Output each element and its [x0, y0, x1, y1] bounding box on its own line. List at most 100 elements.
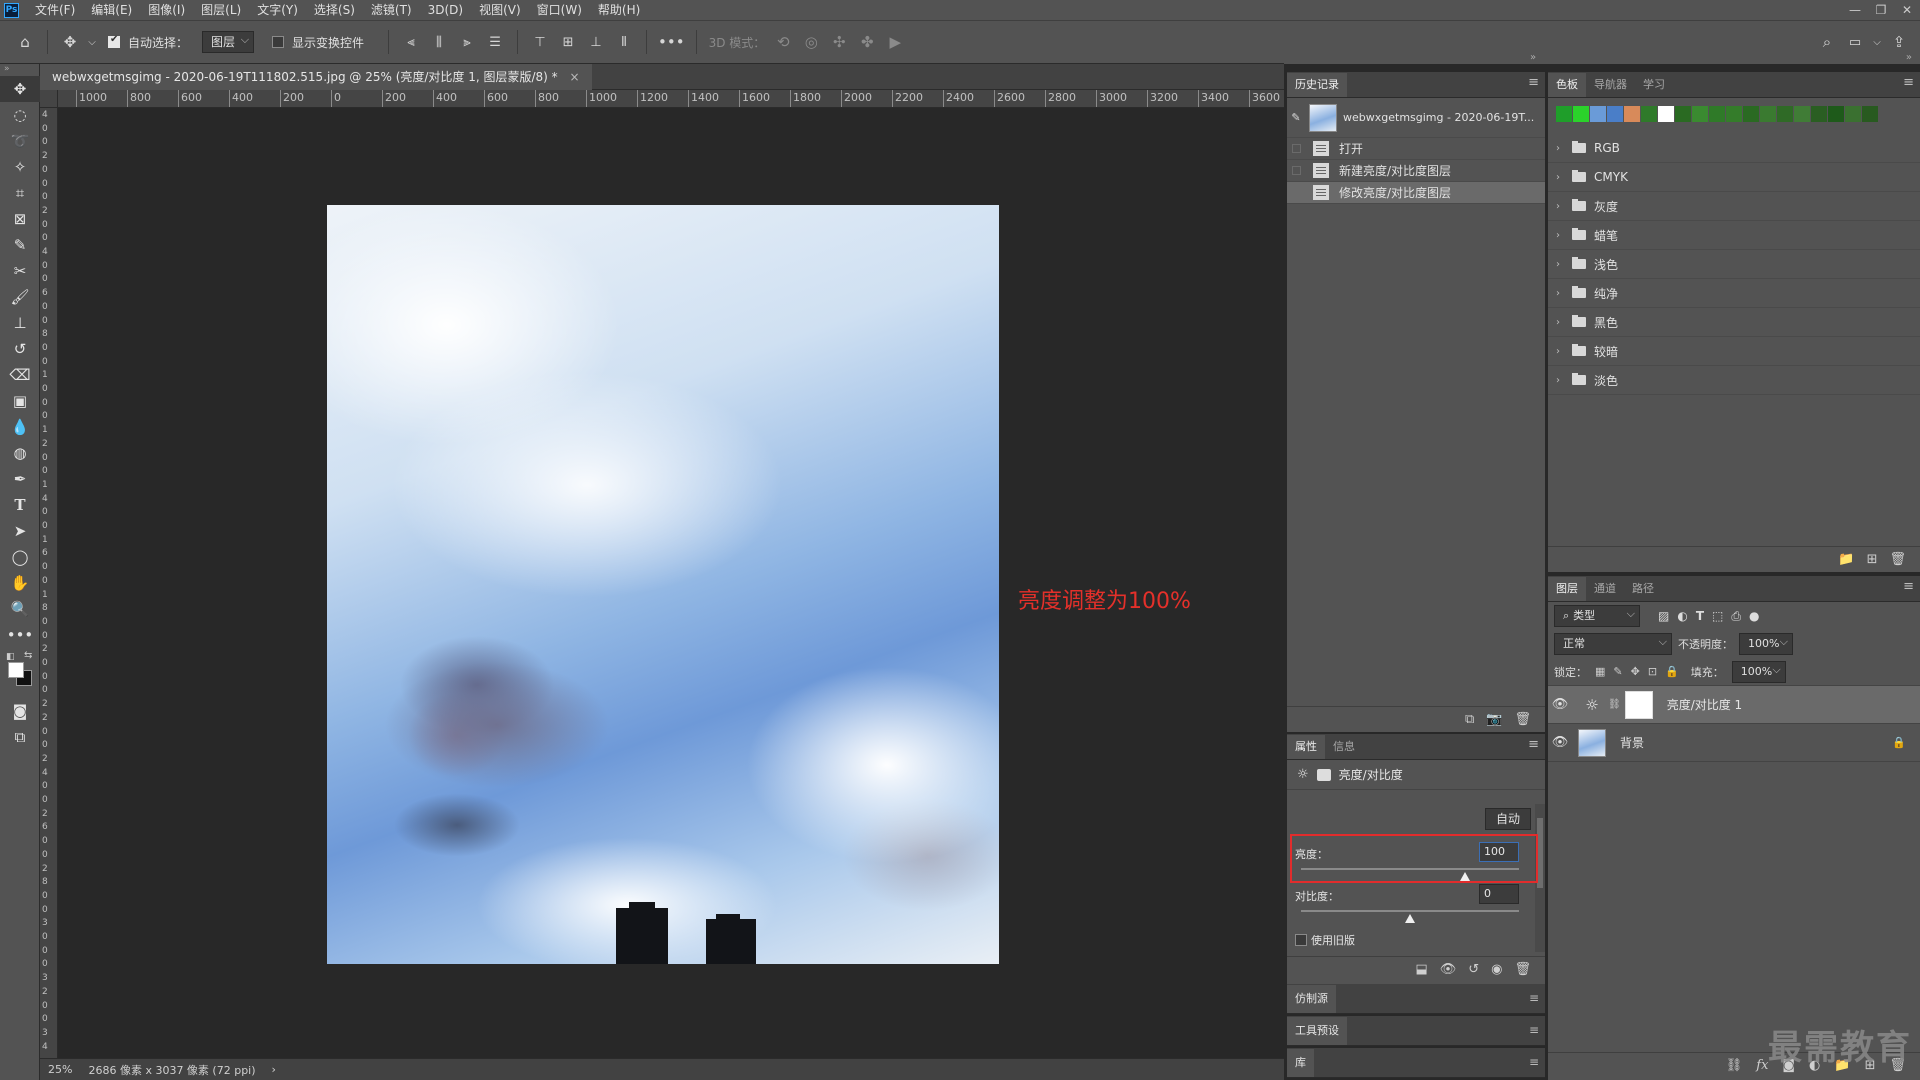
tab-libraries[interactable]: 库: [1287, 1048, 1314, 1077]
3d-roll-icon[interactable]: ◎: [800, 28, 822, 56]
swatch-group[interactable]: › 黑色: [1548, 308, 1920, 337]
filter-pixel-icon[interactable]: ▨: [1658, 609, 1669, 623]
swatch-group[interactable]: › RGB: [1548, 134, 1920, 163]
chevron-right-icon[interactable]: ›: [1556, 230, 1570, 241]
legacy-checkbox[interactable]: [1295, 934, 1307, 946]
clone-stamp-tool-icon[interactable]: ⊥: [0, 310, 40, 336]
tab-swatches[interactable]: 色板: [1548, 73, 1586, 97]
color-swatch[interactable]: [1675, 106, 1691, 122]
swatch-group[interactable]: › CMYK: [1548, 163, 1920, 192]
zoom-tool-icon[interactable]: 🔍: [0, 596, 40, 622]
trash-icon[interactable]: 🗑: [1889, 552, 1906, 567]
pen-tool-icon[interactable]: ✒: [0, 466, 40, 492]
layer-row-adjustment[interactable]: 👁 ☼ ⛓ 亮度/对比度 1: [1548, 686, 1920, 724]
chevron-right-icon[interactable]: ›: [1556, 375, 1570, 386]
dodge-tool-icon[interactable]: ◍: [0, 440, 40, 466]
chevron-right-icon[interactable]: ›: [1556, 288, 1570, 299]
align-center-icon[interactable]: ⫼: [428, 28, 450, 56]
edit-toolbar-icon[interactable]: •••: [0, 622, 40, 648]
visibility-eye-icon[interactable]: 👁: [1548, 697, 1572, 712]
chevron-down-icon[interactable]: ⌵: [87, 28, 97, 56]
auto-button[interactable]: 自动: [1484, 808, 1531, 830]
history-item[interactable]: 打开: [1287, 138, 1545, 160]
lock-transparency-icon[interactable]: ▦: [1595, 665, 1605, 678]
menu-select[interactable]: 选择(S): [306, 0, 363, 20]
history-item[interactable]: 新建亮度/对比度图层: [1287, 160, 1545, 182]
swatch-group[interactable]: › 灰度: [1548, 192, 1920, 221]
view-previous-state-icon[interactable]: 👁: [1440, 962, 1457, 977]
trash-icon[interactable]: 🗑: [1514, 962, 1531, 977]
menu-help[interactable]: 帮助(H): [590, 0, 648, 20]
link-icon[interactable]: ⛓: [1726, 1058, 1743, 1073]
history-brush-tool-icon[interactable]: ↺: [0, 336, 40, 362]
horizontal-ruler[interactable]: 1000 800 600 400 200 0 200 400 600 800 1000 1200 140…: [58, 90, 1284, 108]
restore-button[interactable]: ❐: [1868, 0, 1894, 20]
align-left-icon[interactable]: ⫷: [400, 28, 422, 56]
visibility-icon[interactable]: ◉: [1491, 962, 1502, 977]
tab-tool-presets[interactable]: 工具预设: [1287, 1016, 1347, 1045]
color-swatch[interactable]: [1573, 106, 1589, 122]
distribute-vertical-icon[interactable]: ⦀: [613, 28, 635, 56]
tab-paths[interactable]: 路径: [1624, 577, 1662, 601]
path-selection-tool-icon[interactable]: ➤: [0, 518, 40, 544]
document-tab[interactable]: webwxgetmsgimg - 2020-06-19T111802.515.j…: [40, 64, 592, 90]
default-colors-icon[interactable]: ◧: [6, 652, 15, 662]
tab-clone-source[interactable]: 仿制源: [1287, 984, 1336, 1013]
color-swatch[interactable]: [1624, 106, 1640, 122]
tab-channels[interactable]: 通道: [1586, 577, 1624, 601]
color-swatch[interactable]: [1794, 106, 1810, 122]
clip-to-layer-icon[interactable]: ⬓: [1415, 962, 1427, 977]
layer-name[interactable]: 亮度/对比度 1: [1667, 696, 1743, 713]
collapse-panels-icon[interactable]: »: [1906, 52, 1912, 63]
color-swatch[interactable]: [1777, 106, 1793, 122]
contrast-slider-track[interactable]: [1301, 910, 1519, 912]
move-tool-icon[interactable]: ✥: [59, 28, 81, 56]
color-swatch[interactable]: [1641, 106, 1657, 122]
collapse-panels-icon[interactable]: »: [1530, 52, 1536, 63]
lock-pixels-icon[interactable]: ✎: [1613, 665, 1622, 678]
lock-artboard-icon[interactable]: ⊡: [1648, 665, 1657, 678]
panel-menu-icon[interactable]: ≡: [1529, 1023, 1539, 1037]
color-swatch[interactable]: [1607, 106, 1623, 122]
chevron-right-icon[interactable]: ›: [1556, 172, 1570, 183]
align-middle-icon[interactable]: ⊞: [557, 28, 579, 56]
show-transform-checkbox[interactable]: [272, 36, 285, 48]
menu-edit[interactable]: 编辑(E): [83, 0, 140, 20]
menu-file[interactable]: 文件(F): [27, 0, 83, 20]
swatch-group[interactable]: › 纯净: [1548, 279, 1920, 308]
panel-menu-icon[interactable]: ≡: [1903, 75, 1914, 90]
collapse-arrows-icon[interactable]: »: [0, 64, 39, 76]
visibility-eye-icon[interactable]: 👁: [1548, 735, 1572, 750]
menu-window[interactable]: 窗口(W): [529, 0, 590, 20]
layer-row-background[interactable]: 👁 背景 🔒: [1548, 724, 1920, 762]
auto-select-target-dropdown[interactable]: 图层: [202, 30, 255, 53]
swatch-group[interactable]: › 较暗: [1548, 337, 1920, 366]
menu-image[interactable]: 图像(I): [140, 0, 193, 20]
swap-colors-icon[interactable]: ⇆: [24, 650, 32, 661]
color-swatch[interactable]: [1862, 106, 1878, 122]
type-tool-icon[interactable]: T: [0, 492, 40, 518]
history-brush-source-icon[interactable]: ✎: [1287, 111, 1305, 124]
panel-menu-icon[interactable]: ≡: [1529, 1055, 1539, 1069]
color-swatch[interactable]: [1556, 106, 1572, 122]
trash-icon[interactable]: 🗑: [1514, 712, 1531, 727]
history-source-checkbox[interactable]: [1287, 188, 1305, 197]
brush-tool-icon[interactable]: 🖌: [0, 284, 40, 310]
swatch-group[interactable]: › 蜡笔: [1548, 221, 1920, 250]
minimize-button[interactable]: —: [1842, 0, 1868, 20]
close-button[interactable]: ✕: [1894, 0, 1920, 20]
zoom-level[interactable]: 25%: [40, 1063, 80, 1076]
filter-type-icon[interactable]: T: [1696, 609, 1704, 623]
distribute-horizontal-icon[interactable]: ☰: [484, 28, 506, 56]
align-bottom-icon[interactable]: ⊥: [585, 28, 607, 56]
frame-tool-icon[interactable]: ⊠: [0, 206, 40, 232]
history-item-selected[interactable]: 修改亮度/对比度图层: [1287, 182, 1545, 204]
workspace-icon[interactable]: ▭: [1844, 28, 1866, 56]
foreground-color-swatch[interactable]: [8, 662, 24, 678]
filter-toggle-icon[interactable]: ●: [1749, 609, 1759, 623]
color-swatch[interactable]: [1692, 106, 1708, 122]
3d-slide-icon[interactable]: ✤: [856, 28, 878, 56]
color-swatch[interactable]: [1743, 106, 1759, 122]
move-tool-icon[interactable]: ✥: [0, 76, 40, 102]
layer-name[interactable]: 背景: [1620, 734, 1892, 751]
